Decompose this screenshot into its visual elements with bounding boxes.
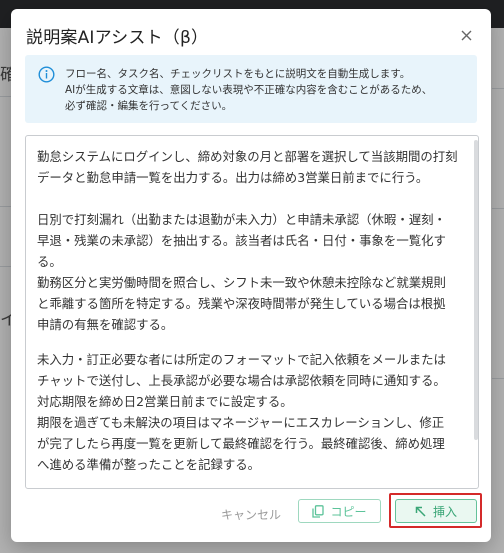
info-text: フロー名、タスク名、チェックリストをもとに説明文を自動生成します。 AIが生成す… bbox=[65, 66, 467, 114]
text-line: 期限を過ぎても未解決の項目はマネージャーにエスカレーションし、修正 bbox=[37, 415, 445, 430]
text-line: 早退・残業の未承認）を抽出する。該当者は氏名・日付・事象を一覧化す bbox=[37, 233, 446, 248]
copy-button[interactable]: コピー bbox=[298, 499, 381, 523]
paragraph: 期限を過ぎても未解決の項目はマネージャーにエスカレーションし、修正 が完了したら… bbox=[37, 412, 469, 475]
paragraph: 日別で打刻漏れ（出勤または退勤が未入力）と申請未承認（休暇・遅刻・ 早退・残業の… bbox=[37, 209, 469, 272]
copy-label: コピー bbox=[330, 504, 367, 519]
info-line: AIが生成する文章は、意図しない表現や不正確な内容を含むことがあるため、 bbox=[65, 84, 433, 96]
text-line: る。 bbox=[37, 254, 62, 269]
text-line: 対応期限を締め日2営業日前までに設定する。 bbox=[37, 394, 293, 409]
info-banner: フロー名、タスク名、チェックリストをもとに説明文を自動生成します。 AIが生成す… bbox=[25, 55, 477, 123]
paragraph: 勤怠システムにログインし、締め対象の月と部署を選択して当該期間の打刻 データと勤… bbox=[37, 146, 469, 188]
text-line: 勤怠システムにログインし、締め対象の月と部署を選択して当該期間の打刻 bbox=[37, 149, 458, 164]
close-icon bbox=[461, 30, 471, 40]
insert-label: 挿入 bbox=[432, 504, 457, 519]
paragraph: 未入力・訂正必要な者には所定のフォーマットで記入依頼をメールまたは チャットで送… bbox=[37, 349, 469, 412]
text-line: 申請の有無を確認する。 bbox=[37, 317, 174, 332]
dialog-title: 説明案AIアシスト（β） bbox=[26, 28, 209, 48]
copy-icon bbox=[312, 504, 325, 518]
text-line: へ進める準備が整ったことを記録する。 bbox=[37, 457, 261, 472]
info-icon bbox=[38, 66, 55, 83]
insert-button[interactable]: 挿入 bbox=[395, 499, 477, 523]
arrow-up-left-icon bbox=[415, 506, 426, 517]
close-button[interactable] bbox=[453, 22, 479, 48]
ai-assist-dialog: 説明案AIアシスト（β） フロー名、タスク名、チェックリストをもとに説明文を自動… bbox=[11, 9, 491, 542]
info-line: 必ず確認・編集を行ってください。 bbox=[65, 100, 233, 112]
paragraph: 勤務区分と実労働時間を照合し、シフト未一致や休憩未控除など就業規則 と乖離する箇… bbox=[37, 272, 469, 335]
text-line: データと勤怠申請一覧を出力する。出力は締め3営業日前までに行う。 bbox=[37, 170, 429, 185]
description-textarea[interactable]: 勤怠システムにログインし、締め対象の月と部署を選択して当該期間の打刻 データと勤… bbox=[25, 135, 479, 489]
text-line: 日別で打刻漏れ（出勤または退勤が未入力）と申請未承認（休暇・遅刻・ bbox=[37, 212, 446, 227]
text-line: 未入力・訂正必要な者には所定のフォーマットで記入依頼をメールまたは bbox=[37, 352, 446, 367]
cancel-button[interactable]: キャンセル bbox=[216, 502, 286, 526]
scrollbar[interactable] bbox=[474, 140, 478, 440]
text-line: チャットで送付し、上長承認が必要な場合は承認依頼を同時に通知する。 bbox=[37, 373, 446, 388]
info-line: フロー名、タスク名、チェックリストをもとに説明文を自動生成します。 bbox=[65, 68, 411, 80]
text-line: と乖離する箇所を特定する。残業や深夜時間帯が発生している場合は根拠 bbox=[37, 296, 446, 311]
text-line: が完了したら再度一覧を更新して最終確認を行う。最終確認後、締め処理 bbox=[37, 436, 445, 451]
text-line: 勤務区分と実労働時間を照合し、シフト未一致や休憩未控除など就業規則 bbox=[37, 275, 446, 290]
